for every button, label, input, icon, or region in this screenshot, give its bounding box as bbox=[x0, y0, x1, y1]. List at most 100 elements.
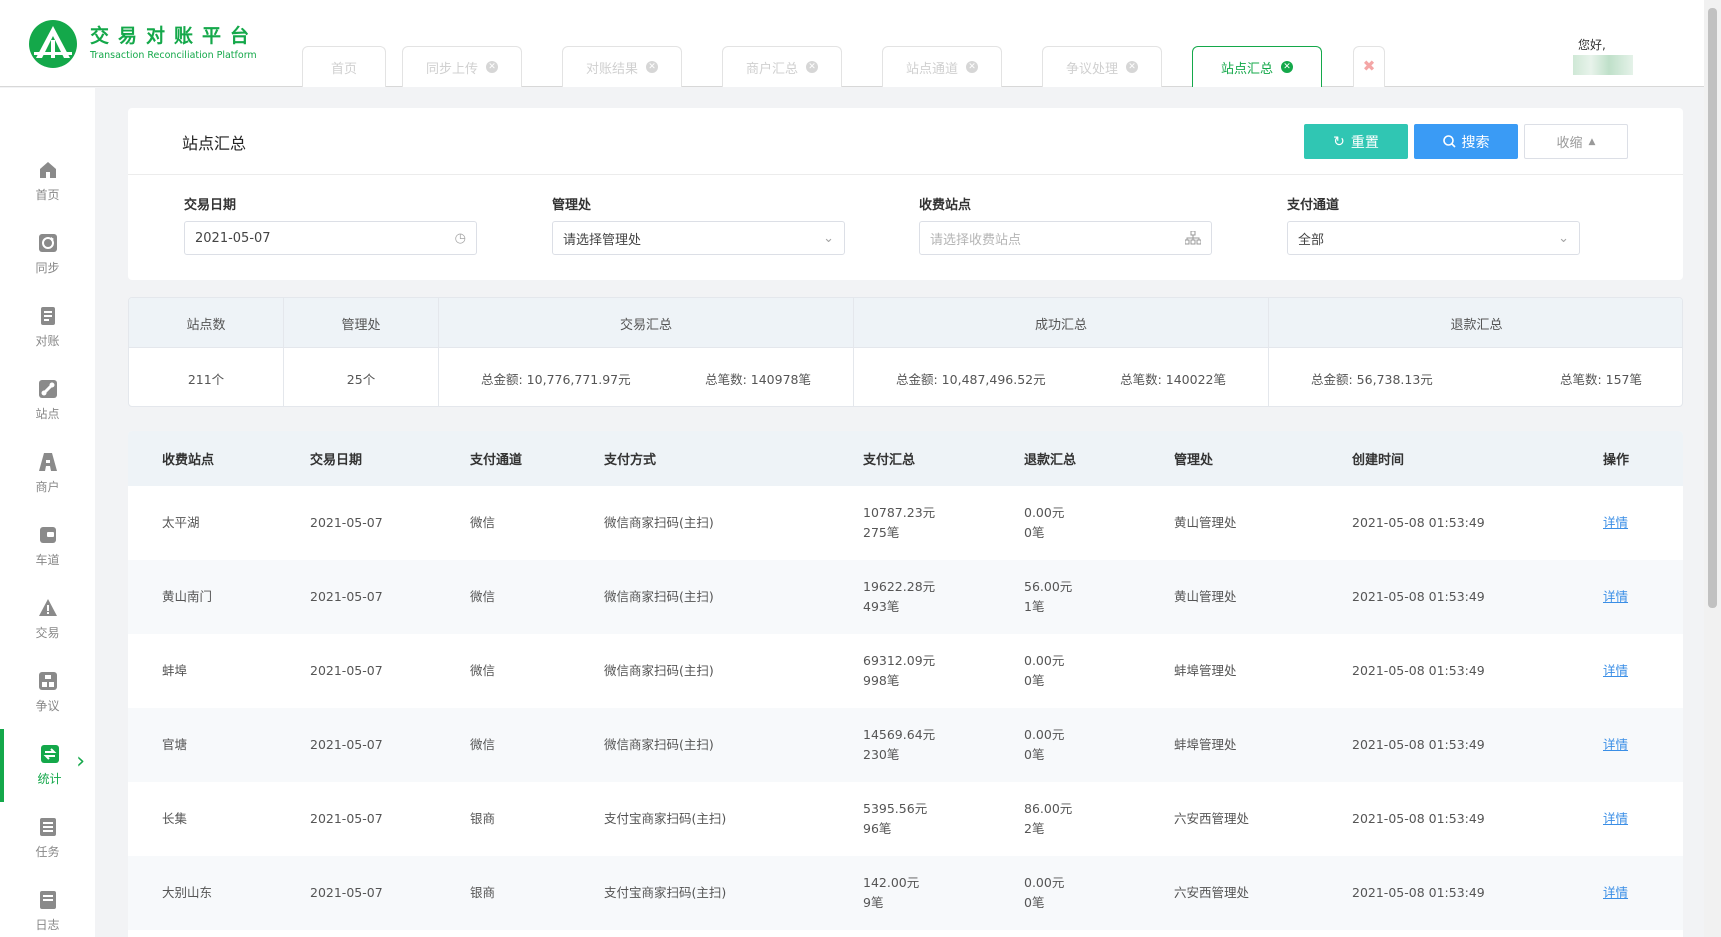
sidebar-item-trade[interactable]: 交易 bbox=[0, 583, 95, 656]
cell-channel: 微信 bbox=[470, 515, 496, 530]
close-icon[interactable]: ✕ bbox=[966, 61, 978, 73]
th-office: 管理处 bbox=[1174, 453, 1214, 468]
refund-amount: 86.00元 bbox=[1024, 801, 1073, 816]
chevron-down-icon: ⌄ bbox=[823, 230, 834, 246]
pay-count: 9笔 bbox=[863, 895, 884, 910]
th-pay: 支付汇总 bbox=[863, 453, 916, 468]
sidebar-item-home[interactable]: 首页 bbox=[0, 145, 95, 218]
station-summary-table: 收费站点 交易日期 支付通道 支付方式 支付汇总 退款汇总 管理处 创建时间 操… bbox=[128, 431, 1683, 937]
office-select[interactable]: 请选择管理处 ⌄ bbox=[552, 221, 845, 255]
dispute-icon bbox=[38, 672, 57, 690]
chevron-right-icon: › bbox=[76, 749, 85, 774]
close-icon[interactable]: ✕ bbox=[646, 61, 658, 73]
sidebar-item-label: 任务 bbox=[35, 845, 60, 859]
refresh-icon: ↻ bbox=[1333, 133, 1345, 150]
sidebar-item-dispute[interactable]: 争议 bbox=[0, 656, 95, 729]
pay-count: 493笔 bbox=[863, 599, 900, 614]
sidebar-item-merchant[interactable]: 商户 bbox=[0, 437, 95, 510]
search-button[interactable]: 搜索 bbox=[1414, 124, 1518, 159]
refund-count: 0笔 bbox=[1024, 895, 1045, 910]
sync-icon bbox=[38, 234, 57, 252]
sidebar-item-log[interactable]: 日志 bbox=[0, 875, 95, 937]
cell-created: 2021-05-08 01:53:49 bbox=[1352, 515, 1485, 530]
cell-refund: 56.00元 1笔 bbox=[1024, 560, 1072, 634]
summary-success-values: 总金额: 10,487,496.52元 总笔数: 140022笔 bbox=[854, 348, 1269, 406]
cell-refund: 0.00元 0笔 bbox=[1024, 708, 1064, 782]
success-amount: 总金额: 10,487,496.52元 bbox=[896, 371, 1046, 387]
refund-count: 1笔 bbox=[1024, 599, 1045, 614]
refund-count: 2笔 bbox=[1024, 821, 1045, 836]
cell-method: 微信商家扫码(主扫) bbox=[604, 589, 714, 604]
scrollbar-thumb[interactable] bbox=[1708, 8, 1717, 608]
detail-link[interactable]: 详情 bbox=[1603, 708, 1628, 782]
close-icon[interactable]: ✕ bbox=[1126, 61, 1138, 73]
sidebar-item-label: 同步 bbox=[35, 261, 60, 275]
sidebar-item-sync[interactable]: 同步 bbox=[0, 218, 95, 291]
field-label: 收费站点 bbox=[919, 198, 972, 213]
cell-date: 2021-05-07 bbox=[310, 663, 383, 678]
office-value: 请选择管理处 bbox=[563, 232, 642, 248]
vertical-scrollbar[interactable] bbox=[1704, 0, 1721, 937]
tab-label: 商户汇总 bbox=[745, 61, 798, 77]
cell-office: 蚌埠管理处 bbox=[1174, 663, 1237, 678]
table-row: 长集 2021-05-07 银商 支付宝商家扫码(主扫) 5395.56元 96笔… bbox=[128, 782, 1683, 856]
close-icon[interactable]: ✕ bbox=[1281, 61, 1293, 73]
station-select-input[interactable]: 请选择收费站点 bbox=[919, 221, 1212, 255]
cell-refund: 0.00元 0笔 bbox=[1024, 634, 1064, 708]
summary-stations-value: 211个 bbox=[129, 348, 284, 406]
cell-refund: 86.00元 2笔 bbox=[1024, 782, 1072, 856]
close-icon[interactable]: ✕ bbox=[806, 61, 818, 73]
tab-merchant-summary[interactable]: 商户汇总 ✕ bbox=[722, 46, 842, 87]
cell-office: 六安西管理处 bbox=[1174, 811, 1250, 826]
close-icon[interactable]: ✕ bbox=[486, 61, 498, 73]
tab-station-summary[interactable]: 站点汇总 ✕ bbox=[1192, 46, 1322, 87]
refund-amount: 0.00元 bbox=[1024, 875, 1065, 890]
tab-label: 站点汇总 bbox=[1220, 61, 1273, 77]
reset-button[interactable]: ↻ 重置 bbox=[1304, 124, 1408, 159]
tab-sync-upload[interactable]: 同步上传 ✕ bbox=[402, 46, 522, 87]
detail-link[interactable]: 详情 bbox=[1603, 634, 1628, 708]
cell-refund: 0.00元 0笔 bbox=[1024, 486, 1064, 560]
table-row: 大别山东 2021-05-07 银商 支付宝商家扫码(主扫) 142.00元 9笔… bbox=[128, 856, 1683, 930]
cell-station: 长集 bbox=[162, 811, 188, 826]
refund-count: 0笔 bbox=[1024, 525, 1045, 540]
brand-name-en: Transaction Reconciliation Platform bbox=[90, 50, 257, 61]
tab-label: 对账结果 bbox=[585, 61, 638, 77]
tab-dispute[interactable]: 争议处理 ✕ bbox=[1042, 46, 1162, 87]
tab-label: 同步上传 bbox=[425, 61, 478, 77]
brand-logo[interactable]: 交易对账平台 Transaction Reconciliation Platfo… bbox=[24, 18, 258, 70]
channel-select[interactable]: 全部 ⌄ bbox=[1287, 221, 1580, 255]
detail-link[interactable]: 详情 bbox=[1603, 560, 1628, 634]
log-icon bbox=[39, 891, 56, 909]
cell-channel: 银商 bbox=[470, 885, 496, 900]
detail-link[interactable]: 详情 bbox=[1603, 782, 1628, 856]
summary-header-offices: 管理处 bbox=[284, 298, 439, 348]
caret-up-icon: ▲ bbox=[1588, 136, 1596, 147]
cell-pay: 5395.56元 96笔 bbox=[863, 782, 927, 856]
search-icon bbox=[1442, 135, 1456, 148]
cell-office: 黄山管理处 bbox=[1174, 515, 1237, 530]
cell-pay: 19622.28元 493笔 bbox=[863, 560, 935, 634]
collapse-button[interactable]: 收缩 ▲ bbox=[1524, 124, 1628, 159]
cell-pay: 142.00元 9笔 bbox=[863, 856, 919, 930]
trade-count: 总笔数: 140978笔 bbox=[705, 371, 811, 387]
cell-station: 大别山东 bbox=[162, 885, 213, 900]
trade-amount: 总金额: 10,776,771.97元 bbox=[481, 371, 631, 387]
close-all-tabs-button[interactable]: ✖ bbox=[1353, 46, 1385, 87]
detail-link[interactable]: 详情 bbox=[1603, 856, 1628, 930]
divider bbox=[128, 174, 1683, 175]
tab-reconcile-result[interactable]: 对账结果 ✕ bbox=[562, 46, 682, 87]
cell-station: 黄山南门 bbox=[162, 589, 213, 604]
sidebar-item-stats[interactable]: 统计 › bbox=[0, 729, 95, 802]
user-name-redacted[interactable] bbox=[1573, 55, 1633, 75]
office-field: 管理处 请选择管理处 ⌄ bbox=[552, 194, 845, 255]
sidebar-item-reconcile[interactable]: 对账 bbox=[0, 291, 95, 364]
tab-station-channel[interactable]: 站点通道 ✕ bbox=[882, 46, 1002, 87]
detail-link[interactable]: 详情 bbox=[1603, 486, 1628, 560]
refund-count: 0笔 bbox=[1024, 747, 1045, 762]
sidebar-item-lane[interactable]: 车道 bbox=[0, 510, 95, 583]
date-picker-input[interactable]: 2021-05-07 ◷ bbox=[184, 221, 477, 255]
sidebar-item-station[interactable]: 站点 bbox=[0, 364, 95, 437]
sidebar-item-task[interactable]: 任务 bbox=[0, 802, 95, 875]
tab-home[interactable]: 首页 bbox=[302, 46, 386, 87]
